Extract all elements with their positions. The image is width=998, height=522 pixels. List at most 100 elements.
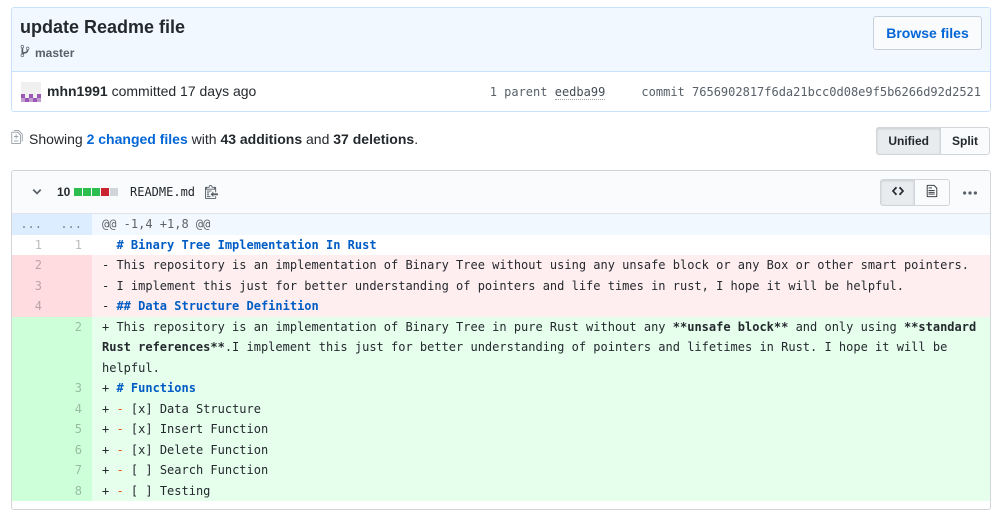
file-diff-icon (11, 130, 23, 147)
commit-header: update Readme file master Browse files (12, 8, 990, 72)
new-line-number[interactable]: 2 (52, 316, 92, 378)
code-line: # Binary Tree Implementation In Rust (92, 234, 990, 255)
new-line-number[interactable]: 5 (52, 419, 92, 440)
hunk-header-row: ... ... @@ -1,4 +1,8 @@ (12, 214, 990, 235)
code-text: I implement this just for better underst… (109, 278, 904, 293)
diff-line-add: 7 + - [ ] Search Function (12, 460, 990, 481)
code-line: + - [x] Data Structure (92, 398, 990, 419)
chevron-down-icon[interactable] (32, 185, 42, 202)
showing-text: Showing (29, 130, 83, 147)
diffstat-block (83, 188, 92, 196)
author-link[interactable]: mhn1991 (47, 83, 108, 99)
diff-line-del: 2 - This repository is an implementation … (12, 255, 990, 276)
old-line-number[interactable] (12, 480, 52, 501)
unified-view-button[interactable]: Unified (876, 127, 941, 155)
diff-line-add: 5 + - [x] Insert Function (12, 419, 990, 440)
old-line-number[interactable] (12, 419, 52, 440)
new-line-number[interactable]: 4 (52, 398, 92, 419)
diffstat-block (110, 188, 119, 196)
code-line: + - [ ] Search Function (92, 460, 990, 481)
code-line: - ## Data Structure Definition (92, 296, 990, 317)
file-icon (926, 184, 938, 201)
file-diff: 10 README.md ... ... @@ -1,4 +1,8 @@ 1 1… (11, 170, 991, 510)
code-text: - [x] Insert Function (116, 422, 269, 436)
rich-diff-button[interactable] (915, 179, 950, 206)
new-line-number[interactable] (52, 296, 92, 317)
clippy-icon[interactable] (205, 184, 218, 202)
file-header: 10 README.md (12, 171, 990, 214)
browse-files-button[interactable]: Browse files (873, 16, 982, 50)
old-line-number[interactable]: 2 (12, 255, 52, 276)
new-line-number[interactable]: 8 (52, 480, 92, 501)
diff-line-ctx: 11 # Binary Tree Implementation In Rust (12, 234, 990, 256)
code-text: - [x] Delete Function (116, 442, 269, 457)
new-line-number[interactable]: 3 (52, 378, 92, 399)
code-icon (891, 184, 905, 201)
diffstat: 10 (57, 185, 119, 199)
git-branch-icon (20, 44, 30, 61)
summary-period: . (414, 130, 419, 147)
diff-summary: Showing 2 changed files with 43 addition… (11, 130, 418, 147)
with-text: with (191, 130, 217, 147)
and-text: and (306, 130, 330, 147)
code-line: + - [x] Insert Function (92, 419, 990, 440)
old-line-number[interactable] (12, 316, 52, 378)
parent-sha-link[interactable]: eedba99 (554, 85, 606, 100)
code-text: This repository is an implementation of … (102, 319, 984, 375)
hunk-header-text: @@ -1,4 +1,8 @@ (92, 214, 990, 235)
new-line-number[interactable]: 1 (52, 235, 92, 256)
hunk-expand-new[interactable]: ... (52, 214, 92, 235)
code-text: - [ ] Search Function (116, 463, 269, 477)
avatar[interactable] (21, 82, 41, 102)
new-line-number[interactable] (52, 255, 92, 276)
new-line-number[interactable]: 6 (52, 439, 92, 460)
commit-title: update Readme file (20, 17, 186, 37)
diffstat-blocks (74, 188, 119, 196)
branch-name: master (35, 45, 75, 60)
diff-line-add: 2 + This repository is an implementation … (12, 316, 990, 378)
old-line-number[interactable]: 1 (12, 235, 52, 256)
additions-count: 43 additions (220, 130, 303, 147)
diff-line-del: 3 - I implement this just for better unde… (12, 275, 990, 296)
diffstat-count: 10 (57, 185, 71, 199)
new-line-number[interactable] (52, 275, 92, 296)
diff-line-del: 4 - ## Data Structure Definition (12, 296, 990, 317)
split-view-button[interactable]: Split (941, 127, 990, 155)
diff-table: ... ... @@ -1,4 +1,8 @@ 11 # Binary Tree… (12, 214, 990, 501)
old-line-number[interactable]: 4 (12, 296, 52, 317)
changed-files-link[interactable]: 2 changed files (87, 131, 188, 147)
diffstat-block (74, 188, 83, 196)
diff-line-add: 3 + # Functions (12, 378, 990, 399)
diff-line-add: 6 + - [x] Delete Function (12, 439, 990, 460)
file-name-link[interactable]: README.md (130, 185, 195, 199)
code-line: + # Functions (92, 378, 990, 399)
code-line: + This repository is an implementation o… (92, 316, 990, 378)
diff-view-toggle: Unified Split (876, 127, 990, 155)
code-line: - This repository is an implementation o… (92, 255, 990, 276)
code-text: # Functions (109, 381, 196, 395)
new-line-number[interactable]: 7 (52, 460, 92, 481)
old-line-number[interactable] (12, 460, 52, 481)
code-text: # Binary Tree Implementation In Rust (109, 237, 377, 252)
commit-box: update Readme file master Browse files m… (11, 7, 991, 112)
code-line: - I implement this just for better under… (92, 275, 990, 296)
parent-label: 1 parent (489, 85, 548, 99)
code-text: ## Data Structure Definition (109, 299, 319, 313)
old-line-number[interactable] (12, 398, 52, 419)
sha-info: 1 parent eedba99 commit 7656902817f6da21… (489, 85, 981, 100)
diffstat-block (101, 188, 110, 196)
diff-line-add: 4 + - [x] Data Structure (12, 398, 990, 419)
hunk-expand-old[interactable]: ... (12, 214, 52, 235)
commit-meta: mhn1991 committed 17 days ago 1 parent e… (12, 72, 990, 111)
code-line: + - [ ] Testing (92, 480, 990, 501)
source-diff-button[interactable] (880, 179, 915, 206)
code-line: + - [x] Delete Function (92, 439, 990, 460)
commit-sha: 7656902817f6da21bcc0d08e9f5b6266d92d2521 (692, 85, 981, 99)
kebab-horizontal-icon[interactable] (962, 185, 978, 201)
old-line-number[interactable]: 3 (12, 275, 52, 296)
diffstat-block (92, 188, 101, 196)
old-line-number[interactable] (12, 439, 52, 460)
branch-indicator[interactable]: master (20, 44, 74, 61)
old-line-number[interactable] (12, 378, 52, 399)
code-text: - [ ] Testing (116, 483, 211, 498)
